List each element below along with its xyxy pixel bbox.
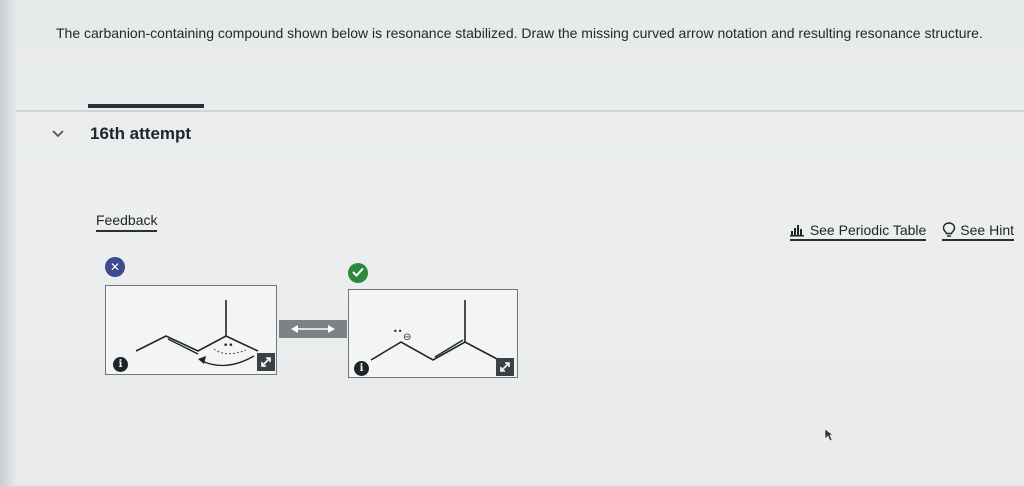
structure-panel-correct[interactable]: •• ⊖ i <box>348 289 518 378</box>
lone-pair-dots: •• <box>393 327 402 336</box>
active-tab-indicator <box>88 104 204 108</box>
check-icon <box>352 266 364 280</box>
info-icon[interactable]: i <box>113 357 128 372</box>
lone-pair-dots: •• <box>223 341 234 351</box>
see-periodic-table-label: See Periodic Table <box>809 222 927 238</box>
lightbulb-icon <box>942 222 956 238</box>
feedback-link[interactable]: Feedback <box>96 212 158 232</box>
incorrect-badge: ✕ <box>105 257 125 277</box>
mouse-pointer-icon <box>824 428 834 447</box>
bar-chart-icon <box>789 223 806 237</box>
attempt-header[interactable]: 16th attempt <box>52 124 191 144</box>
negative-charge: ⊖ <box>403 332 411 343</box>
expand-icon[interactable] <box>257 353 275 371</box>
see-hint-link[interactable]: See Hint <box>942 222 1014 241</box>
attempt-label: 16th attempt <box>90 124 192 143</box>
see-hint-label: See Hint <box>960 222 1014 238</box>
expand-icon[interactable] <box>496 358 514 376</box>
double-headed-arrow-icon <box>279 320 347 338</box>
see-periodic-table-link[interactable]: See Periodic Table <box>789 222 927 241</box>
structure-panel-submitted[interactable]: •• i <box>105 285 277 375</box>
window-edge <box>0 0 16 486</box>
section-divider <box>16 110 1024 112</box>
question-text: The carbanion-containing compound shown … <box>56 25 983 41</box>
chevron-down-icon[interactable] <box>52 127 74 141</box>
x-icon: ✕ <box>109 260 121 274</box>
info-icon[interactable]: i <box>354 361 369 376</box>
help-links: See Periodic Table See Hint <box>789 222 1014 241</box>
correct-badge <box>348 263 368 283</box>
